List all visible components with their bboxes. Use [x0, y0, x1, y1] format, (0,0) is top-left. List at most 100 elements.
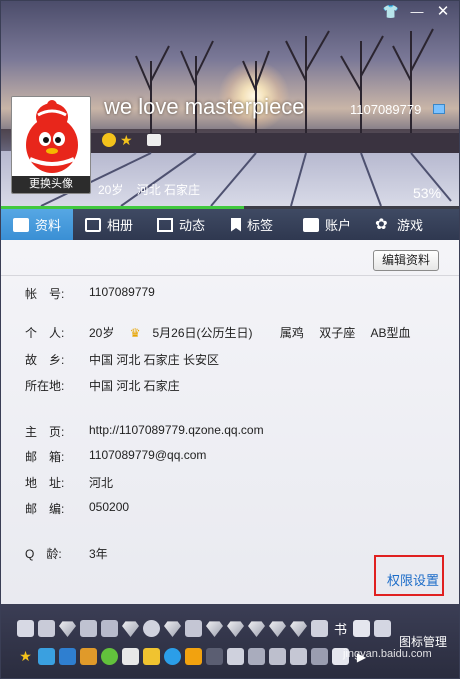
qq-game-icon[interactable]	[101, 648, 118, 665]
age-location: 20岁 河北 石家庄	[98, 181, 210, 198]
cup-icon[interactable]	[290, 648, 307, 665]
signature-icon[interactable]	[433, 104, 445, 114]
star-level-icon[interactable]: ★	[120, 133, 133, 147]
diamond-icon[interactable]	[227, 621, 244, 637]
postcode-value: 050200	[89, 500, 130, 514]
location-value: 中国 河北 石家庄	[89, 379, 180, 393]
divider	[1, 275, 459, 276]
personal-constellation: 双子座	[319, 326, 356, 340]
row-personal: 个 人: 20岁 ♛ 5月26日(公历生日) 属鸡 双子座 AB型血	[25, 324, 423, 341]
icon-row-bottom: ★ ▶	[17, 648, 370, 665]
show-icon[interactable]	[122, 648, 139, 665]
tab-label: 动态	[179, 218, 206, 233]
tab-feed[interactable]: 动态	[145, 209, 219, 240]
penguin-icon[interactable]	[227, 648, 244, 665]
close-icon[interactable]: ✕	[431, 3, 455, 21]
row-account: 帐 号: 1107089779	[25, 285, 155, 302]
feed-icon	[157, 217, 173, 232]
qq-age-value: 3年	[89, 547, 108, 561]
tab-label: 游戏	[397, 218, 424, 233]
tab-profile[interactable]: 资料	[1, 209, 73, 240]
change-avatar-label[interactable]: 更换头像	[12, 176, 90, 193]
tab-album[interactable]: 相册	[73, 209, 145, 240]
crown-icon: ♛	[129, 326, 141, 340]
cat-icon[interactable]	[38, 620, 55, 637]
diamond-icon[interactable]	[164, 621, 181, 637]
wallet-icon[interactable]	[185, 648, 202, 665]
diamond-icon[interactable]	[290, 621, 307, 637]
globe-icon[interactable]	[164, 648, 181, 665]
mail-icon[interactable]	[59, 648, 76, 665]
tab-label: 相册	[107, 218, 134, 233]
personal-label: 个 人:	[25, 326, 65, 340]
wallet-icon	[303, 217, 319, 232]
account-value: 1107089779	[89, 285, 155, 299]
row-homepage: 主 页: http://1107089779.qzone.qq.com	[25, 423, 264, 440]
pet-game-icon[interactable]	[80, 648, 97, 665]
tab-label: 账户	[325, 218, 352, 233]
personal-birthday: 5月26日(公历生日)	[152, 326, 253, 340]
skin-icon[interactable]: 👕	[379, 3, 403, 21]
icon-row-top: 书	[17, 620, 391, 637]
computer-icon[interactable]	[101, 620, 118, 637]
penguin-icon[interactable]	[80, 620, 97, 637]
birthday-field: ♛ 5月26日(公历生日)	[130, 326, 265, 340]
diamond-icon[interactable]	[206, 621, 223, 637]
sun-level-icon[interactable]	[102, 133, 116, 147]
mug-icon[interactable]	[311, 648, 328, 665]
nickname: we love masterpiece	[104, 94, 305, 119]
pet-icon[interactable]	[353, 620, 370, 637]
trophy-icon[interactable]	[59, 621, 76, 637]
edit-profile-button[interactable]: 编辑资料	[372, 250, 439, 271]
window-controls: 👕 — ✕	[379, 3, 455, 21]
music-note-icon[interactable]	[143, 648, 160, 665]
postcode-label: 邮 编:	[25, 502, 65, 516]
account-label: 帐 号:	[25, 287, 65, 301]
book-icon[interactable]: 书	[332, 620, 349, 637]
lamp-icon[interactable]	[185, 620, 202, 637]
diamond-icon[interactable]	[248, 621, 265, 637]
personal-zodiac: 属鸡	[279, 326, 304, 340]
ball-icon[interactable]	[143, 620, 160, 637]
address-value: 河北	[89, 476, 114, 490]
address-label: 地 址:	[25, 476, 65, 490]
tab-games[interactable]: ✿ 游戏	[363, 209, 459, 240]
qq-number: 1107089779	[350, 102, 422, 117]
album-icon	[85, 217, 101, 232]
personal-value: 20岁 ♛ 5月26日(公历生日) 属鸡 双子座 AB型血	[89, 324, 423, 341]
shirt-icon[interactable]	[269, 648, 286, 665]
row-hometown: 故 乡: 中国 河北 石家庄 长安区	[25, 351, 219, 368]
app-icon[interactable]	[206, 648, 223, 665]
penguin-status-icon[interactable]	[146, 134, 161, 146]
tab-account[interactable]: 账户	[291, 209, 363, 240]
tab-tags[interactable]: 标签	[219, 209, 291, 240]
email-value: 1107089779@qq.com	[89, 448, 207, 462]
personal-age: 20岁	[89, 326, 115, 340]
permission-settings-link[interactable]: 权限设置	[387, 570, 439, 589]
game-icon: ✿	[375, 215, 388, 233]
profile-content: 编辑资料 帐 号: 1107089779 个 人: 20岁 ♛ 5月26日(公历生…	[1, 240, 459, 604]
homepage-value[interactable]: http://1107089779.qzone.qq.com	[89, 423, 264, 440]
row-email: 邮 箱: 1107089779@qq.com	[25, 448, 206, 465]
row-location: 所在地: 中国 河北 石家庄	[25, 377, 180, 394]
row-address: 地 址: 河北	[25, 474, 113, 491]
diamond-icon[interactable]	[269, 621, 286, 637]
heart-icon[interactable]	[17, 620, 34, 637]
bookmark-icon	[231, 217, 241, 232]
tab-label: 标签	[247, 218, 274, 233]
qq-age-label: Q 龄:	[25, 547, 62, 561]
personal-blood: AB型血	[370, 326, 411, 340]
qzone-icon[interactable]	[38, 648, 55, 665]
avatar[interactable]: 更换头像	[11, 96, 91, 194]
diamond-icon[interactable]	[122, 621, 139, 637]
email-label: 邮 箱:	[25, 450, 65, 464]
minimize-icon[interactable]: —	[405, 3, 429, 21]
hometown-label: 故 乡:	[25, 353, 65, 367]
homepage-label: 主 页:	[25, 425, 65, 439]
camera-icon[interactable]	[248, 648, 265, 665]
watermark: jingyan.baidu.com	[343, 648, 432, 660]
tshirt-icon[interactable]	[311, 620, 328, 637]
header-location: 河北 石家庄	[136, 183, 201, 197]
music-icon[interactable]	[374, 620, 391, 637]
star-icon[interactable]: ★	[17, 648, 34, 665]
